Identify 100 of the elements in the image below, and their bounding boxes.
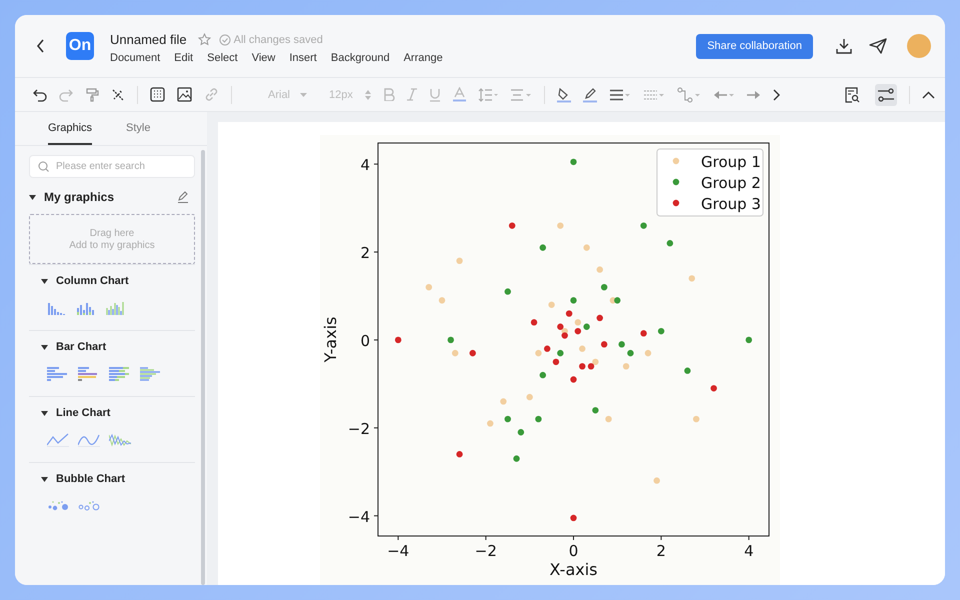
file-title[interactable]: Unnamed file [110,32,187,47]
share-button[interactable]: Share collaboration [696,34,813,58]
data-point [666,240,674,246]
caret-icon[interactable] [41,476,48,482]
menu-item[interactable]: Document [110,52,160,64]
legend-label: Group 3 [701,195,761,213]
bar-chart-icon[interactable] [47,367,69,383]
data-point [579,363,586,370]
data-point [469,350,476,356]
chevron-right-icon[interactable] [772,88,780,100]
scrollbar[interactable] [201,150,205,585]
dash-style-icon[interactable] [642,88,665,100]
data-point [504,416,511,422]
underline-icon[interactable] [428,88,441,102]
data-point [710,385,717,392]
y-tick-label: 4 [360,156,370,174]
data-point [530,319,538,326]
italic-icon[interactable] [406,88,417,101]
collapse-icon[interactable] [922,90,935,98]
line-chart-icon[interactable] [47,433,69,447]
back-icon[interactable] [36,39,46,53]
x-tick: 0 [568,536,578,560]
search-field[interactable]: Please enter search [29,155,195,178]
section-title[interactable]: Column Chart [56,275,129,287]
data-point [456,258,463,264]
x-tick: 2 [656,536,666,560]
data-point [426,284,432,290]
redo-icon[interactable] [59,88,73,102]
column-chart-icon[interactable] [47,301,67,315]
avatar[interactable] [907,34,931,58]
column-chart-icon[interactable] [105,301,125,315]
image-icon[interactable] [177,87,192,102]
bar-chart-icon[interactable] [78,367,100,383]
y-tick: 4 [360,156,378,174]
star-icon[interactable] [198,33,211,46]
y-tick: 0 [360,332,378,350]
caret-icon[interactable] [41,278,48,284]
menu-item[interactable]: Arrange [404,52,443,64]
format-painter-icon[interactable] [85,88,99,102]
bold-icon[interactable] [382,88,395,101]
data-point [640,222,647,229]
align-icon[interactable] [510,88,532,100]
sidebar-tab[interactable]: Graphics [48,112,92,145]
caret-icon[interactable] [29,194,36,200]
menu-item[interactable]: Select [207,52,238,64]
arrow-start-icon[interactable] [712,90,735,100]
download-icon[interactable] [835,37,853,55]
save-status: All changes saved [234,34,323,46]
arrow-end-icon[interactable] [746,90,761,100]
data-point [535,416,542,422]
bubble-chart-icon[interactable] [78,499,100,511]
line-chart-icon[interactable] [109,433,131,447]
bar-chart-icon[interactable] [140,367,162,383]
data-point [658,328,664,334]
data-point [508,222,516,229]
data-point [688,275,696,282]
undo-icon[interactable] [33,88,47,102]
menu-item[interactable]: Insert [289,52,317,64]
menu-item[interactable]: Background [330,52,390,64]
data-point [456,451,463,458]
x-tick-label: −2 [474,542,497,560]
y-tick-label: 0 [360,332,370,350]
section-title[interactable]: Bubble Chart [56,473,126,485]
pen-icon[interactable] [582,86,597,102]
line-weight-icon[interactable] [608,88,631,100]
line-spacing-icon[interactable] [478,88,498,102]
connector-icon[interactable] [676,86,701,102]
x-tick-label: 2 [656,542,666,560]
bar-chart-icon[interactable] [109,367,131,383]
data-point [579,346,586,352]
check-circle-icon [218,34,231,46]
data-point [504,288,511,295]
data-point [570,297,577,304]
fill-bucket-icon[interactable] [556,86,571,102]
settings-icon[interactable] [875,84,897,106]
data-point [693,416,700,422]
bubble-chart-icon[interactable] [47,499,69,511]
link-icon[interactable] [204,87,219,102]
data-point [574,319,582,326]
y-tick: 2 [360,244,378,262]
line-chart-icon[interactable] [78,433,100,447]
data-point [596,314,603,322]
data-point [684,368,691,374]
x-tick: 4 [744,536,754,560]
caret-icon[interactable] [41,344,48,350]
caret-icon[interactable] [41,410,48,416]
pencil-icon[interactable] [177,191,189,203]
paper-plane-icon[interactable] [869,38,887,54]
pattern-fill-icon[interactable] [150,87,165,102]
menu-item[interactable]: Edit [174,52,194,64]
data-point [583,324,590,330]
section-title[interactable]: Line Chart [56,407,110,419]
column-chart-icon[interactable] [76,301,96,315]
clear-format-icon[interactable] [111,88,125,102]
sidebar-tab[interactable]: Style [126,112,150,145]
menu-item[interactable]: View [252,52,276,64]
section-title[interactable]: Bar Chart [56,341,106,353]
section-title[interactable]: My graphics [44,190,114,204]
stepper-icon[interactable] [364,90,371,100]
text-color-icon[interactable] [452,87,466,102]
